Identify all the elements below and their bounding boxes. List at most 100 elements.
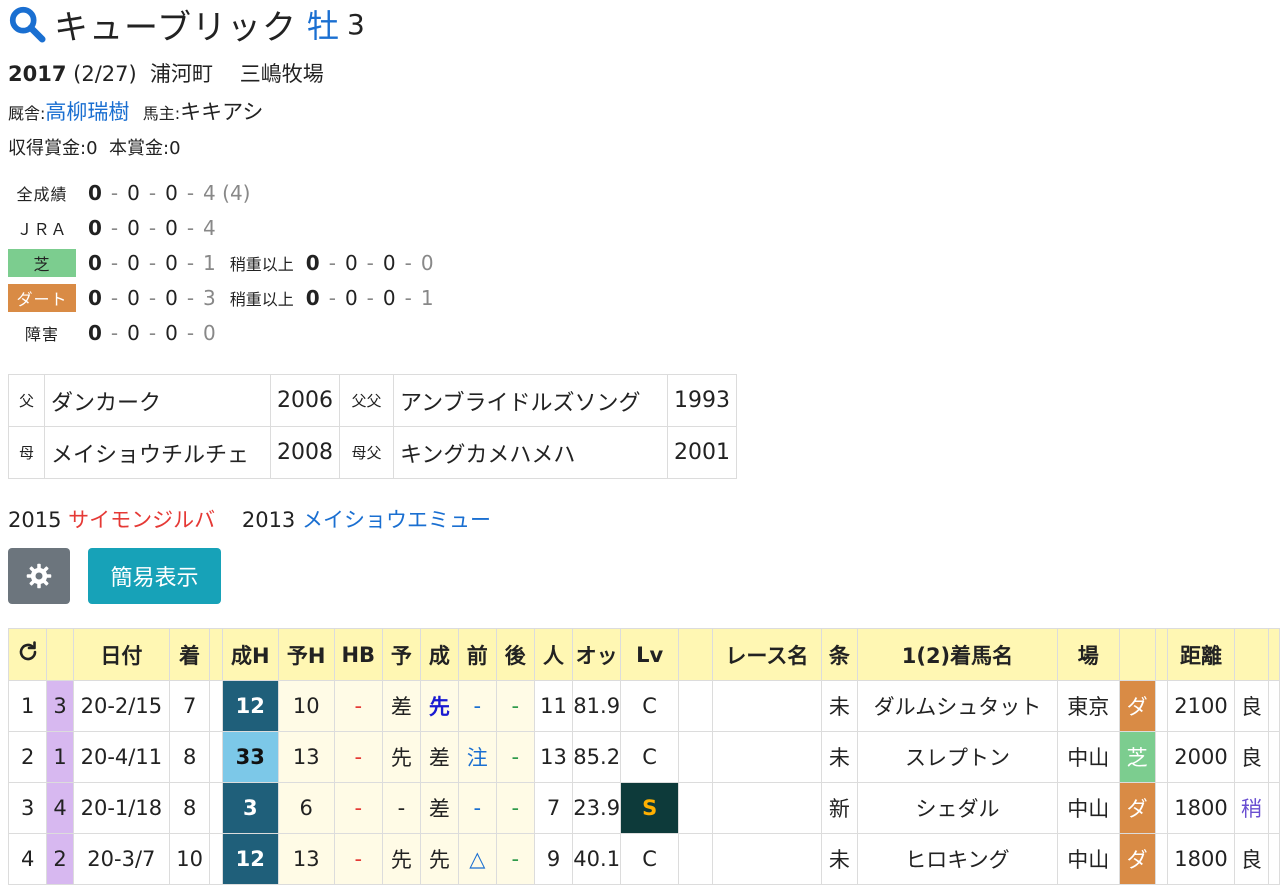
col-distance[interactable]: 距離 xyxy=(1167,628,1235,681)
col-hb[interactable]: HB xyxy=(333,628,383,681)
table-row[interactable]: 1 3 20-2/15 7 12 10 - 差 先 - - 11 81.9 C … xyxy=(7,680,1280,732)
dam-sire-name[interactable]: キングカメハメハ xyxy=(393,426,668,479)
col-spacer xyxy=(209,628,223,681)
row-number: 4 xyxy=(7,833,48,885)
birth-info: 2017 (2/27) 浦河町 三嶋牧場 xyxy=(8,58,324,88)
row-winner[interactable]: シェダル xyxy=(856,782,1058,834)
siblings: 2015 サイモンジルバ 2013 メイショウエミュー xyxy=(8,504,491,534)
table-row[interactable]: 4 2 20-3/7 10 12 13 - 先 先 △ - 9 40.1 C 未… xyxy=(7,833,1280,885)
prize-value: 0 xyxy=(169,138,181,159)
record-w1: 0 xyxy=(88,216,102,240)
row-date: 20-1/18 xyxy=(72,782,170,834)
row-spacer xyxy=(678,731,713,783)
row-pop: 11 xyxy=(533,680,574,732)
row-mae: 注 xyxy=(457,731,497,783)
col-pop[interactable]: 人 xyxy=(533,628,574,681)
row-yoh: 10 xyxy=(277,680,335,732)
sire-sire-name[interactable]: アンブライドルズソング xyxy=(393,374,668,427)
col-sei[interactable]: 成 xyxy=(419,628,459,681)
col-seih[interactable]: 成H xyxy=(221,628,279,681)
record-w1: 0 xyxy=(88,181,102,205)
col-ato[interactable]: 後 xyxy=(495,628,535,681)
row-surface: ダ xyxy=(1118,833,1156,885)
prize-info: 収得賞金:0 本賞金:0 xyxy=(8,134,181,160)
col-venue[interactable]: 場 xyxy=(1056,628,1120,681)
row-race-name[interactable] xyxy=(711,680,822,732)
row-date: 20-2/15 xyxy=(72,680,170,732)
earned-label: 収得賞金: xyxy=(8,138,87,159)
row-going: 良 xyxy=(1233,731,1270,783)
sibling-link[interactable]: サイモンジルバ xyxy=(68,508,215,532)
row-venue: 中山 xyxy=(1056,731,1120,783)
table-row[interactable]: 3 4 20-1/18 8 3 6 - - 差 - - 7 23.9 S 新 シ… xyxy=(7,782,1280,834)
col-cond[interactable]: 条 xyxy=(820,628,858,681)
row-yo: - xyxy=(381,782,421,834)
row-yo: 先 xyxy=(381,731,421,783)
col-odds[interactable]: オッ xyxy=(572,628,622,681)
settings-button[interactable] xyxy=(8,548,70,604)
sire-sire-year: 1993 xyxy=(667,374,737,427)
sibling-link[interactable]: メイショウエミュー xyxy=(302,508,491,532)
col-rank[interactable]: 着 xyxy=(168,628,211,681)
record-w2: 0 xyxy=(127,216,140,240)
row-date: 20-4/11 xyxy=(72,731,170,783)
sire-name[interactable]: ダンカーク xyxy=(44,374,271,427)
record-w4: 4 xyxy=(203,216,216,240)
row-yo: 先 xyxy=(381,833,421,885)
pedigree-table: 父 ダンカーク 2006 父父 アンブライドルズソング 1993 母 メイショウ… xyxy=(8,374,737,479)
earned-value: 0 xyxy=(86,138,98,159)
row-sei: 先 xyxy=(419,680,459,732)
row-race-name[interactable] xyxy=(711,731,822,783)
row-lv: C xyxy=(620,833,680,885)
dam-name[interactable]: メイショウチルチェ xyxy=(44,426,271,479)
col-group xyxy=(46,628,74,681)
row-hb: - xyxy=(333,731,383,783)
row-winner[interactable]: スレプトン xyxy=(856,731,1058,783)
row-race-name[interactable] xyxy=(711,833,822,885)
col-yo[interactable]: 予 xyxy=(381,628,421,681)
row-lv: C xyxy=(620,731,680,783)
record-sub-label: 稍重以上 xyxy=(229,290,294,309)
col-date[interactable]: 日付 xyxy=(72,628,170,681)
simple-view-button[interactable]: 簡易表示 xyxy=(88,548,221,604)
row-spacer xyxy=(209,833,223,885)
birth-region: 浦河町 xyxy=(150,62,214,86)
dirt-badge: ダート xyxy=(8,284,76,312)
breeder: 三嶋牧場 xyxy=(239,62,324,86)
row-surface: ダ xyxy=(1118,680,1156,732)
col-race-name[interactable]: レース名 xyxy=(711,628,822,681)
row-race-name[interactable] xyxy=(711,782,822,834)
refresh-button[interactable] xyxy=(7,628,48,681)
col-winner[interactable]: 1(2)着馬名 xyxy=(856,628,1058,681)
row-winner[interactable]: ダルムシュタット xyxy=(856,680,1058,732)
col-race-spacer xyxy=(678,628,713,681)
row-odds: 85.2 xyxy=(572,731,622,783)
record-s3: 0 xyxy=(382,286,396,310)
record-extra: (4) xyxy=(222,181,251,205)
table-row[interactable]: 2 1 20-4/11 8 33 13 - 先 差 注 - 13 85.2 C … xyxy=(7,731,1280,783)
row-venue: 中山 xyxy=(1056,833,1120,885)
horse-name: キューブリック xyxy=(54,7,297,48)
col-spacer2 xyxy=(1154,628,1169,681)
row-number: 3 xyxy=(7,782,48,834)
record-s3: 0 xyxy=(382,251,396,275)
row-ato: - xyxy=(495,680,535,732)
row-ato: - xyxy=(495,833,535,885)
trainer-link[interactable]: 高柳瑞樹 xyxy=(45,100,129,124)
record-w1: 0 xyxy=(88,286,102,310)
row-hb: - xyxy=(333,782,383,834)
dam-sire-year: 2001 xyxy=(667,426,737,479)
sibling-year: 2013 xyxy=(241,508,296,532)
birth-year: 2017 xyxy=(8,62,67,86)
col-lv[interactable]: Lv xyxy=(620,628,680,681)
row-winner[interactable]: ヒロキング xyxy=(856,833,1058,885)
row-spacer xyxy=(209,731,223,783)
table-header: 日付 着 成H 予H HB 予 成 前 後 人 オッ Lv レース名 条 1(2… xyxy=(7,628,1280,681)
record-w2: 0 xyxy=(127,286,140,310)
search-icon[interactable] xyxy=(8,5,46,43)
col-mae[interactable]: 前 xyxy=(457,628,497,681)
row-distance: 1800 xyxy=(1167,833,1235,885)
col-yoh[interactable]: 予H xyxy=(277,628,335,681)
row-extra xyxy=(1268,680,1280,732)
owner-label: 馬主: xyxy=(142,104,181,123)
